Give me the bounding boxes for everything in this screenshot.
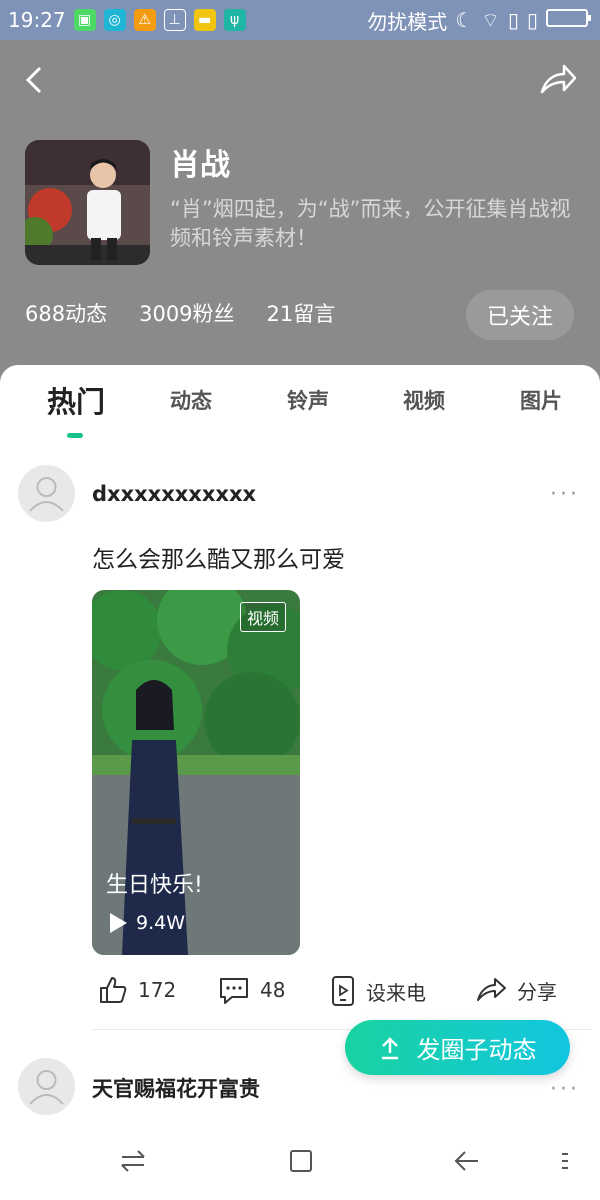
- clock: 19:27: [8, 8, 66, 32]
- comments-count[interactable]: 21留言: [267, 298, 336, 328]
- profile-header: 肖战 “肖”烟四起，为“战”而来，公开征集肖战视频和铃声素材！ 688动态 30…: [0, 40, 600, 385]
- dnd-label: 勿扰模式: [367, 9, 448, 34]
- video-thumbnail[interactable]: 视频 生日快乐! 9.4W: [92, 590, 300, 955]
- share-button[interactable]: [538, 62, 578, 98]
- tab-ringtones[interactable]: 铃声: [287, 385, 329, 415]
- switch-icon[interactable]: [118, 1146, 148, 1176]
- comment-icon: [220, 978, 248, 1004]
- menu-icon[interactable]: [555, 1146, 585, 1176]
- post-username[interactable]: dxxxxxxxxxxx: [92, 482, 256, 506]
- signal-icon: ▯: [507, 8, 519, 32]
- broom-icon: ⊥: [163, 9, 186, 31]
- post-actions: 172 48 设来电 分享: [92, 975, 572, 1015]
- follow-button[interactable]: 已关注: [466, 290, 574, 340]
- home-icon[interactable]: [286, 1146, 316, 1176]
- video-caption: 生日快乐!: [106, 873, 203, 898]
- green-app-icon: ▣: [73, 9, 96, 31]
- tab-indicator: [67, 433, 83, 438]
- upload-icon: [381, 1036, 398, 1059]
- back-nav-icon[interactable]: [452, 1146, 482, 1176]
- post-username[interactable]: 天官赐福花开富贵: [92, 1073, 260, 1103]
- circle-stats: 688动态 3009粉丝 21留言: [25, 298, 367, 328]
- comment-count: 48: [260, 978, 286, 1002]
- post-text: 怎么会那么酷又那么可爱: [92, 547, 345, 573]
- set-ringtone-button[interactable]: 设来电: [330, 975, 426, 1007]
- play-icon: [110, 913, 127, 933]
- tab-hot[interactable]: 热门: [47, 379, 105, 421]
- status-bar: 19:27 ▣ ◎ ⚠ ⊥ ▬ ψ 勿扰模式 ☾ ⌔ ▯ ▯: [0, 0, 600, 40]
- like-count: 172: [138, 978, 177, 1002]
- video-badge: 视频: [239, 602, 286, 632]
- warning-icon: ⚠: [133, 9, 156, 31]
- tab-posts[interactable]: 动态: [170, 385, 212, 415]
- video-image: [92, 590, 300, 955]
- create-post-button[interactable]: 发圈子动态: [345, 1020, 570, 1075]
- more-icon[interactable]: ···: [550, 482, 580, 507]
- circle-avatar[interactable]: [25, 140, 150, 265]
- like-button[interactable]: 172: [98, 975, 176, 1005]
- blue-app-icon: ◎: [103, 9, 126, 31]
- play-count: 9.4W: [108, 912, 185, 934]
- user-avatar[interactable]: [18, 465, 75, 522]
- system-nav-bar: [0, 1122, 600, 1200]
- signal-icon-2: ▯: [526, 8, 538, 32]
- fans-count[interactable]: 3009粉丝: [139, 298, 234, 328]
- tab-images[interactable]: 图片: [520, 385, 562, 415]
- create-post-label: 发圈子动态: [416, 1036, 537, 1064]
- posts-count[interactable]: 688动态: [25, 298, 107, 328]
- tab-videos[interactable]: 视频: [403, 385, 445, 415]
- set-ringtone-label: 设来电: [366, 980, 426, 1005]
- share-post-button[interactable]: 分享: [475, 975, 557, 1005]
- phone-ringtone-icon: [332, 976, 354, 1006]
- circle-description: “肖”烟四起，为“战”而来，公开征集肖战视频和铃声素材！: [170, 197, 571, 250]
- thumbs-up-icon: [100, 977, 127, 1003]
- folder-icon: ▬: [193, 9, 216, 31]
- usb-icon: ψ: [223, 9, 246, 31]
- battery-icon: [546, 8, 592, 33]
- default-user-icon: [29, 1070, 64, 1105]
- moon-icon: ☾: [455, 8, 474, 32]
- chevron-left-icon: [25, 66, 42, 94]
- tab-bar: 热门 动态 铃声 视频 图片: [0, 365, 600, 438]
- share-icon: [477, 978, 506, 1001]
- comment-button[interactable]: 48: [218, 975, 285, 1005]
- share-icon: [540, 64, 577, 94]
- wifi-icon: ⌔: [481, 7, 500, 32]
- user-avatar[interactable]: [18, 1058, 75, 1115]
- circle-name: 肖战: [170, 148, 230, 183]
- share-label: 分享: [517, 979, 557, 1004]
- default-user-icon: [29, 477, 64, 512]
- content-sheet: 热门 动态 铃声 视频 图片 dxxxxxxxxxxx ··· 怎么会那么酷又那…: [0, 365, 600, 1200]
- play-count-value: 9.4W: [136, 912, 186, 934]
- back-button[interactable]: [20, 62, 50, 98]
- more-icon[interactable]: ···: [550, 1077, 580, 1102]
